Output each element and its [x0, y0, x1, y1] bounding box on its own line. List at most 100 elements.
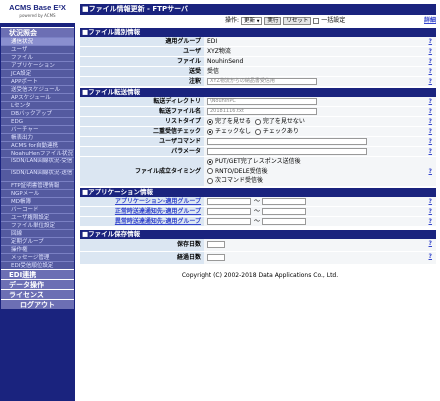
help-icon[interactable]: ?: [429, 147, 432, 156]
normal-notify-link[interactable]: 正常時送達通知先-適用グループ: [80, 207, 204, 216]
sidebar-item[interactable]: NoahuHenファイル状況: [1, 149, 74, 157]
sidebar-item[interactable]: ISDN/LAN回線状況-受信: [1, 157, 74, 169]
sidebar-item[interactable]: 回線: [1, 229, 74, 237]
bulk-label: 一括設定: [321, 17, 346, 24]
help-icon[interactable]: ?: [429, 117, 432, 126]
sidebar-section-data[interactable]: データ操作: [1, 279, 74, 289]
usercmd-input[interactable]: [207, 138, 367, 145]
usercmd-label: ユーザコマンド: [80, 137, 204, 146]
help-icon[interactable]: ?: [429, 127, 432, 136]
list-opt1-radio[interactable]: [207, 118, 213, 125]
help-icon[interactable]: ?: [429, 77, 432, 86]
app-group-from-input[interactable]: [207, 198, 251, 205]
section-application: ■アプリケーション情報: [80, 188, 436, 197]
logout-button[interactable]: ログアウト: [1, 299, 74, 309]
direction-label: 送受: [80, 67, 204, 76]
elapsed-days-label: 経過日数: [80, 252, 204, 264]
error-notify-link[interactable]: 異常時送達通知先-適用グループ: [80, 217, 204, 226]
detail-link[interactable]: 詳細: [424, 16, 436, 26]
help-icon[interactable]: ?: [429, 252, 432, 261]
timing-opt1-radio[interactable]: [207, 158, 213, 165]
help-icon[interactable]: ?: [429, 57, 432, 66]
row-elapsed-days: 経過日数 ?: [80, 252, 436, 265]
sidebar-item[interactable]: 操作権: [1, 245, 74, 253]
list-opt2-radio[interactable]: [254, 118, 261, 125]
sidebar-item[interactable]: 帳表出力: [1, 133, 74, 141]
help-icon[interactable]: ?: [429, 47, 432, 56]
list-type-options: 完了を見せる 完了を見せない: [207, 117, 305, 126]
app-group-to-input[interactable]: [262, 198, 306, 205]
sidebar-item[interactable]: APPポート: [1, 77, 74, 85]
tilde-separator: ～: [254, 208, 261, 215]
reset-button[interactable]: リセット: [283, 17, 312, 25]
timing-opt2-radio[interactable]: [207, 168, 213, 174]
file-label: ファイル: [80, 57, 204, 66]
sidebar-section-edi[interactable]: EDI連携: [1, 269, 74, 279]
sidebar-item[interactable]: Lセンタ: [1, 101, 74, 109]
sidebar-item[interactable]: EDG: [1, 117, 74, 125]
timing-opt3-radio[interactable]: [207, 177, 213, 184]
sidebar-item[interactable]: NGPメール: [1, 189, 74, 197]
app-group-link[interactable]: アプリケーション-適用グループ: [80, 197, 204, 206]
sidebar-item[interactable]: 通信状況: [1, 37, 74, 45]
note-input[interactable]: XYZ物流からの納品書受信用: [207, 78, 317, 85]
bulk-checkbox[interactable]: [313, 18, 320, 24]
sidebar-item[interactable]: ファイル: [1, 53, 74, 61]
sidebar-item[interactable]: DBバックアップ: [1, 109, 74, 117]
sidebar-item[interactable]: アプリケーション: [1, 61, 74, 69]
sidebar-item[interactable]: FTP証明書管理情報: [1, 181, 74, 189]
sidebar-item[interactable]: MD帳簿: [1, 197, 74, 205]
name-input[interactable]: 20181116.txt: [207, 108, 317, 115]
dup-opt1-radio[interactable]: [207, 128, 213, 135]
help-icon[interactable]: ?: [429, 197, 432, 206]
sidebar-item[interactable]: 定期グループ: [1, 237, 74, 245]
error-notify-from-input[interactable]: [207, 218, 251, 225]
row-app-group: アプリケーション-適用グループ ～ ?: [80, 197, 436, 207]
dup-check-options: チェックなし チェックあり: [207, 127, 299, 136]
dir-input[interactable]: \NouhinPC: [207, 98, 317, 105]
help-icon[interactable]: ?: [429, 207, 432, 216]
sidebar-item[interactable]: EDI受信順位設定: [1, 261, 74, 269]
help-icon[interactable]: ?: [429, 107, 432, 116]
sidebar-item[interactable]: ユーザ: [1, 45, 74, 53]
sidebar-item[interactable]: ファイル単位設定: [1, 221, 74, 229]
help-icon[interactable]: ?: [429, 137, 432, 146]
help-icon[interactable]: ?: [429, 239, 432, 248]
param-label: パラメータ: [80, 147, 204, 156]
timing-options: PUT/GET完了レスポンス送信後 RNTO/DELE受信後 次コマンド受信後: [207, 157, 301, 186]
sidebar-item[interactable]: ISDN/LAN回線状況-送信: [1, 169, 74, 181]
row-dir: 転送ディレクトリ \NouhinPC ?: [80, 97, 436, 107]
list-type-label: リストタイプ: [80, 117, 204, 126]
param-input[interactable]: [207, 148, 367, 155]
keep-days-input[interactable]: [207, 241, 225, 248]
dup-opt2-radio[interactable]: [254, 128, 261, 135]
help-icon[interactable]: ?: [429, 217, 432, 226]
sidebar-item[interactable]: バーチャー: [1, 125, 74, 133]
normal-notify-from-input[interactable]: [207, 208, 251, 215]
help-icon[interactable]: ?: [429, 97, 432, 106]
elapsed-days-input[interactable]: [207, 254, 225, 261]
sidebar-item[interactable]: APスケジュール: [1, 93, 74, 101]
row-group: 適用グループ EDI ?: [80, 37, 436, 47]
sidebar-item[interactable]: JCA設定: [1, 69, 74, 77]
tilde-separator: ～: [254, 198, 261, 205]
row-user: ユーザ XYZ物流 ?: [80, 47, 436, 57]
run-button[interactable]: 実行: [264, 17, 282, 25]
sidebar-section-status[interactable]: 状況照会: [1, 27, 74, 37]
dup-check-label: 二重受信チェック: [80, 127, 204, 136]
help-icon[interactable]: ?: [429, 67, 432, 76]
sidebar-section-license[interactable]: ライセンス: [1, 289, 74, 299]
sidebar-item[interactable]: バーコード: [1, 205, 74, 213]
row-list-type: リストタイプ 完了を見せる 完了を見せない ?: [80, 117, 436, 127]
help-icon[interactable]: ?: [429, 167, 432, 176]
operation-select[interactable]: 更新 ▾: [240, 17, 263, 25]
normal-notify-to-input[interactable]: [262, 208, 306, 215]
sidebar-item[interactable]: 送受信スケジュール: [1, 85, 74, 93]
sidebar-item[interactable]: ユーザ権限設定: [1, 213, 74, 221]
help-icon[interactable]: ?: [429, 37, 432, 46]
sidebar-item[interactable]: メッセージ管理: [1, 253, 74, 261]
section-identity: ■ファイル識別情報: [80, 28, 436, 37]
sidebar-item[interactable]: ACMS for自動連携: [1, 141, 74, 149]
error-notify-to-input[interactable]: [262, 218, 306, 225]
row-dup-check: 二重受信チェック チェックなし チェックあり ?: [80, 127, 436, 137]
